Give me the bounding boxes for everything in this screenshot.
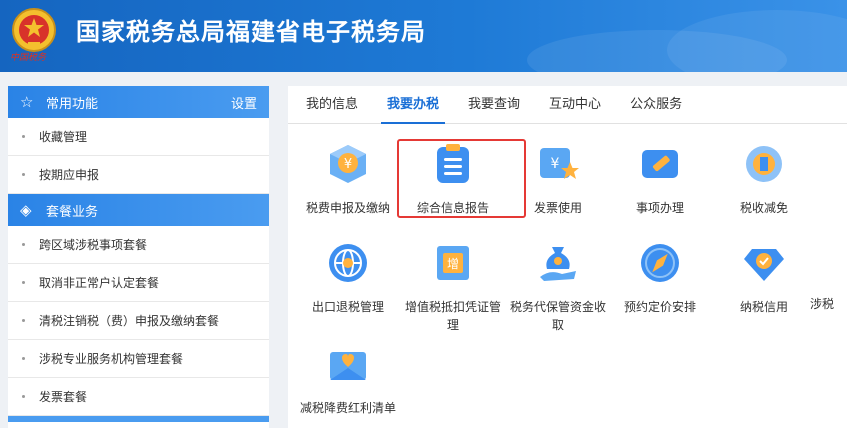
main-panel: 我的信息 我要办税 我要查询 互动中心 公众服务 ¥ 税费申报及缴纳 综合信息报… [288,86,847,428]
sidebar-item-cancel-abnormal[interactable]: 取消非正常户认定套餐 [8,264,269,302]
layers-icon: ◈ [20,201,32,219]
site-title: 国家税务总局福建省电子税务局 [76,18,426,46]
service-label: 税务代保管资金收取 [509,300,606,332]
pen-ticket-icon [642,150,678,178]
service-invoice-use[interactable]: ¥ 发票使用 [506,142,610,217]
tab-tax-handling[interactable]: 我要办税 [375,86,451,124]
sidebar-next-section [8,416,269,422]
globe-icon [329,244,367,282]
service-label: 综合信息报告 [416,201,489,215]
heart-envelope-icon [330,352,366,380]
tab-bar: 我的信息 我要办税 我要查询 互动中心 公众服务 [288,86,847,124]
sidebar: ☆ 常用功能 设置 收藏管理 按期应申报 ◈ 套餐业务 跨区域涉税事项套餐 取消… [8,86,269,428]
section-title: 套餐业务 [46,204,99,220]
service-label: 涉税 [810,297,835,311]
service-partial[interactable]: 涉税 [810,241,847,313]
service-label: 纳税信用 [739,300,788,314]
service-export-refund[interactable]: 出口退税管理 [296,241,400,316]
sidebar-item-label: 收藏管理 [39,130,88,144]
service-tax-filing[interactable]: ¥ 税费申报及缴纳 [296,142,400,217]
diamond-check-icon [744,249,784,281]
invoice-icon: ¥ [540,148,579,179]
bullet-icon [22,135,25,138]
tab-my-info[interactable]: 我的信息 [294,86,370,123]
service-label: 减税降费红利清单 [299,401,396,415]
money-bag-hand-icon [540,247,576,281]
tab-interaction[interactable]: 互动中心 [537,86,613,123]
service-benefit-list[interactable]: 减税降费红利清单 [296,342,400,417]
service-label: 出口退税管理 [311,300,384,314]
vat-invoice-icon: 增 [437,246,469,280]
service-custody-fund[interactable]: 税务代保管资金收取 [506,241,610,334]
partial-icon [810,241,847,285]
sidebar-item-label: 按期应申报 [39,168,100,182]
service-comprehensive-report[interactable]: 综合信息报告 [401,142,505,217]
tab-query[interactable]: 我要查询 [456,86,532,123]
sidebar-item-periodic-filing[interactable]: 按期应申报 [8,156,269,194]
service-label: 预约定价安排 [623,300,696,314]
bullet-icon [22,395,25,398]
svg-text:增: 增 [447,257,459,271]
sidebar-item-label: 发票套餐 [39,390,88,404]
clipboard-icon [437,144,469,183]
svg-text:¥: ¥ [344,157,352,172]
compass-icon [641,244,679,282]
service-label: 事项办理 [635,201,684,215]
sidebar-item-label: 取消非正常户认定套餐 [39,276,160,290]
sidebar-item-cross-region[interactable]: 跨区域涉税事项套餐 [8,226,269,264]
site-header: 中国税务 国家税务总局福建省电子税务局 [0,0,847,72]
service-matters[interactable]: 事项办理 [608,142,712,217]
bullet-icon [22,319,25,322]
section-title: 常用功能 [46,96,99,112]
sidebar-item-label: 跨区域涉税事项套餐 [39,238,148,252]
settings-link[interactable]: 设置 [231,93,257,112]
sidebar-item-tax-clearance[interactable]: 清税注销税（费）申报及缴纳套餐 [8,302,269,340]
svg-text:¥: ¥ [551,156,560,172]
service-label: 税费申报及缴纳 [305,201,390,215]
star-icon: ☆ [20,93,34,111]
sidebar-item-label: 涉税专业服务机构管理套餐 [39,352,184,366]
sidebar-item-label: 清税注销税（费）申报及缴纳套餐 [39,314,220,328]
emblem-text: 中国税务 [10,53,47,63]
sidebar-item-agency-mgmt[interactable]: 涉税专业服务机构管理套餐 [8,340,269,378]
bullet-icon [22,357,25,360]
bullet-icon [22,173,25,176]
yuan-box-icon: ¥ [330,145,366,183]
sidebar-item-invoice-package[interactable]: 发票套餐 [8,378,269,416]
tab-public-service[interactable]: 公众服务 [618,86,694,123]
service-tax-reduction[interactable]: 税收减免 [712,142,816,217]
service-label: 发票使用 [533,201,582,215]
sidebar-section-packages[interactable]: ◈ 套餐业务 [8,194,269,226]
service-vat-deduction[interactable]: 增 增值税抵扣凭证管理 [401,241,505,334]
sidebar-item-favorites[interactable]: 收藏管理 [8,118,269,156]
service-tax-credit[interactable]: 纳税信用 [712,241,816,316]
tax-cut-icon [746,146,782,182]
service-pricing-arrangement[interactable]: 预约定价安排 [608,241,712,316]
sidebar-section-common[interactable]: ☆ 常用功能 设置 [8,86,269,118]
service-label: 税收减免 [739,201,788,215]
bullet-icon [22,243,25,246]
service-label: 增值税抵扣凭证管理 [404,300,501,332]
bullet-icon [22,281,25,284]
